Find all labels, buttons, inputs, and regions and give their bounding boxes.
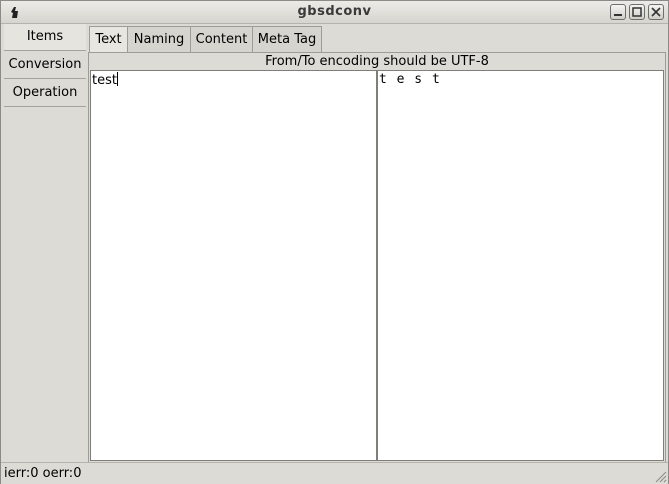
sidebar-item-items[interactable]: Items xyxy=(4,24,86,51)
close-button[interactable] xyxy=(648,4,664,20)
status-bar: ierr:0 oerr:0 xyxy=(1,462,668,484)
resize-grip-icon[interactable] xyxy=(653,469,667,483)
input-text: test xyxy=(92,73,117,88)
output-textarea[interactable]: t e s t xyxy=(377,70,664,461)
tab-naming[interactable]: Naming xyxy=(127,26,191,52)
status-text: ierr:0 oerr:0 xyxy=(4,466,82,481)
maximize-icon xyxy=(632,7,642,17)
main-content: Text Naming Content Meta Tag From/To enc… xyxy=(88,24,666,463)
close-icon xyxy=(651,7,661,17)
sidebar-item-operation[interactable]: Operation xyxy=(4,80,86,107)
text-tab-panel: From/To encoding should be UTF-8 test t … xyxy=(88,52,666,463)
app-window: gbsdconv Items Conversion Operation Text… xyxy=(0,0,669,484)
maximize-button[interactable] xyxy=(629,4,645,20)
window-title: gbsdconv xyxy=(297,4,372,19)
minimize-button[interactable] xyxy=(610,4,626,20)
title-bar[interactable]: gbsdconv xyxy=(1,1,668,24)
input-textarea[interactable]: test xyxy=(90,70,377,461)
minimize-icon xyxy=(614,14,622,16)
sidebar: Items Conversion Operation xyxy=(4,24,86,108)
encoding-hint: From/To encoding should be UTF-8 xyxy=(265,54,489,69)
text-cursor xyxy=(116,72,118,86)
output-text: t e s t xyxy=(379,72,441,87)
tab-content[interactable]: Content xyxy=(190,26,253,52)
tab-text[interactable]: Text xyxy=(89,26,128,53)
tab-meta-tag[interactable]: Meta Tag xyxy=(252,26,322,52)
sidebar-item-conversion[interactable]: Conversion xyxy=(4,52,86,79)
